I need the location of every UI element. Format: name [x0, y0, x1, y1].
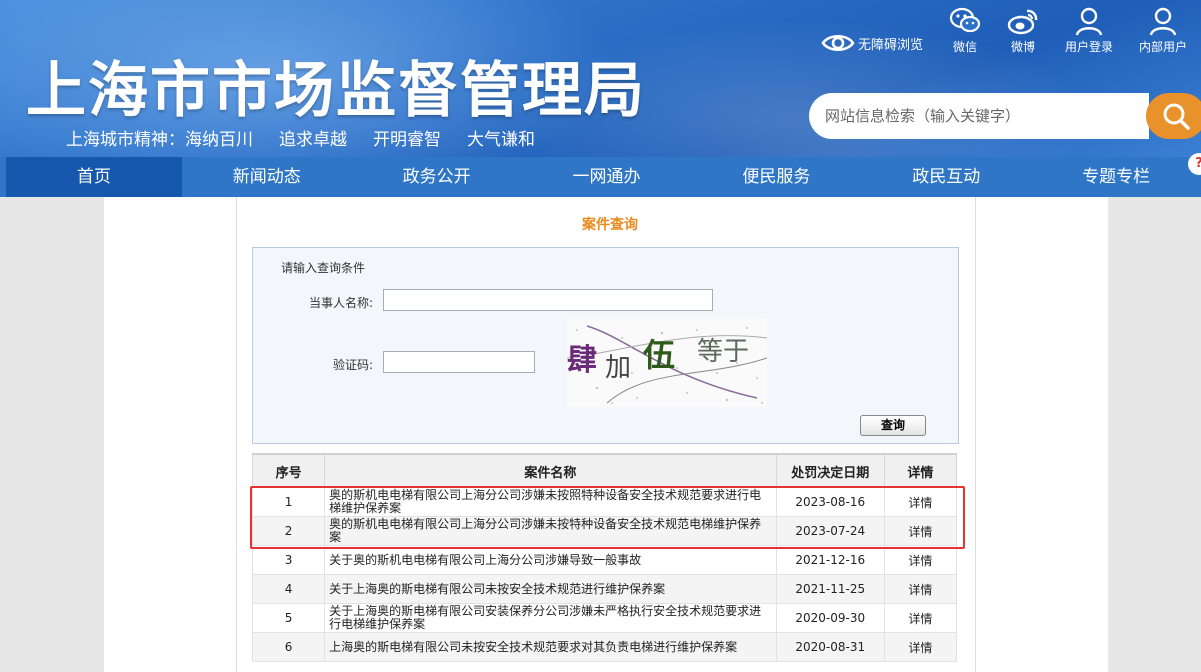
nav-item-government-affairs[interactable]: 政务公开: [352, 157, 522, 197]
row-case-name[interactable]: 关于上海奥的斯电梯有限公司安装保养分公司涉嫌未严格执行安全技术规范要求进行电梯维…: [324, 603, 777, 633]
search-icon: [1163, 103, 1190, 130]
row-date: 2023-07-24: [775, 516, 885, 546]
wechat-label: 微信: [952, 40, 977, 54]
weibo-icon: [1007, 9, 1038, 35]
nav-item-public-service[interactable]: 便民服务: [691, 157, 861, 197]
nav-item-home[interactable]: 首页: [6, 157, 182, 197]
top-tools: 无障碍浏览 微信 微博 用户登录 内部用户: [821, 6, 1187, 55]
site-search: [809, 93, 1201, 139]
case-table: 序号 案件名称 处罚决定日期 详情 1 奥的斯机电电梯有限公司上海分公司涉嫌未按…: [251, 453, 958, 662]
table-row: 6 上海奥的斯电梯有限公司未按安全技术规范要求对其负责电梯进行维护保养案 202…: [251, 632, 958, 662]
query-button[interactable]: 查询: [860, 415, 926, 436]
row-detail-link[interactable]: 详情: [883, 487, 958, 517]
table-row: 2 奥的斯机电电梯有限公司上海分公司涉嫌未按特种设备安全技术规范电梯维护保养案 …: [251, 516, 958, 546]
table-row: 1 奥的斯机电电梯有限公司上海分公司涉嫌未按照特种设备安全技术规范要求进行电梯维…: [251, 487, 958, 517]
row-case-name[interactable]: 关于上海奥的斯电梯有限公司未按安全技术规范进行维护保养案: [324, 574, 777, 604]
accessibility-button[interactable]: 无障碍浏览: [821, 31, 923, 55]
row-case-name[interactable]: 上海奥的斯电梯有限公司未按安全技术规范要求对其负责电梯进行维护保养案: [324, 632, 777, 662]
user-icon: [1075, 7, 1103, 36]
weibo-button[interactable]: 微博: [1007, 6, 1039, 55]
nav-item-special-topics[interactable]: 专题专栏: [1031, 157, 1201, 197]
row-detail-link[interactable]: 详情: [883, 516, 958, 546]
weibo-label: 微博: [1010, 40, 1035, 54]
captcha-char: 等于: [697, 337, 749, 367]
captcha-char: 肆: [567, 343, 597, 378]
nav-item-one-stop-service[interactable]: 一网通办: [522, 157, 692, 197]
row-detail-link[interactable]: 详情: [883, 574, 958, 604]
row-no: 2: [251, 516, 326, 546]
slogan-part: 开明睿智: [373, 130, 441, 150]
captcha-char: 伍: [643, 336, 675, 374]
captcha-char: 加: [605, 353, 631, 383]
site-header: 上海市市场监督管理局 上海城市精神：海纳百川 追求卓越 开明睿智 大气谦和 无障碍浏览…: [0, 0, 1201, 157]
wechat-button[interactable]: 微信: [949, 6, 981, 55]
search-input[interactable]: [809, 93, 1149, 139]
row-case-name[interactable]: 关于奥的斯机电电梯有限公司上海分公司涉嫌导致一般事故: [324, 545, 777, 575]
user-login-label: 用户登录: [1064, 40, 1113, 54]
row-no: 4: [251, 574, 326, 604]
internal-user-button[interactable]: 内部用户: [1139, 6, 1187, 55]
col-header-name: 案件名称: [324, 453, 777, 488]
row-detail-link[interactable]: 详情: [883, 632, 958, 662]
captcha-drawing: 肆 加 伍 等于: [567, 325, 767, 404]
row-date: 2021-11-25: [775, 574, 885, 604]
row-no: 6: [251, 632, 326, 662]
form-hint: 请输入查询条件: [281, 261, 366, 275]
nav-item-news[interactable]: 新闻动态: [182, 157, 352, 197]
slogan-part: 追求卓越: [279, 130, 347, 150]
row-case-name[interactable]: 奥的斯机电电梯有限公司上海分公司涉嫌未按特种设备安全技术规范电梯维护保养案: [324, 516, 777, 546]
row-date: 2021-12-16: [775, 545, 885, 575]
col-header-no: 序号: [251, 453, 326, 488]
row-date: 2020-09-30: [775, 603, 885, 633]
query-form: 请输入查询条件 当事人名称: 验证码: 肆 加 伍 等于 查询: [252, 247, 959, 444]
row-case-name[interactable]: 奥的斯机电电梯有限公司上海分公司涉嫌未按照特种设备安全技术规范要求进行电梯维护保…: [324, 487, 777, 517]
search-button[interactable]: [1146, 93, 1201, 139]
row-no: 3: [251, 545, 326, 575]
user-icon: [1149, 7, 1177, 36]
row-no: 1: [251, 487, 326, 517]
nav-item-interaction[interactable]: 政民互动: [861, 157, 1031, 197]
captcha-image[interactable]: 肆 加 伍 等于: [567, 318, 767, 407]
slogan-part: 大气谦和: [467, 130, 535, 150]
page-title: 案件查询: [582, 217, 638, 233]
row-date: 2020-08-31: [775, 632, 885, 662]
party-name-label: 当事人名称:: [308, 296, 373, 310]
accessibility-label: 无障碍浏览: [857, 37, 923, 53]
col-header-date: 处罚决定日期: [775, 453, 885, 488]
row-detail-link[interactable]: 详情: [883, 603, 958, 633]
row-date: 2023-08-16: [775, 487, 885, 517]
internal-user-label: 内部用户: [1138, 40, 1187, 54]
party-name-input[interactable]: [383, 289, 713, 311]
wechat-icon: [949, 7, 981, 33]
city-slogan: 上海城市精神：海纳百川 追求卓越 开明睿智 大气谦和: [66, 125, 561, 150]
eye-icon: [821, 34, 855, 52]
table-row: 3 关于奥的斯机电电梯有限公司上海分公司涉嫌导致一般事故 2021-12-16 …: [251, 545, 958, 575]
slogan-part: 上海城市精神：海纳百川: [66, 130, 253, 150]
table-row: 5 关于上海奥的斯电梯有限公司安装保养分公司涉嫌未严格执行安全技术规范要求进行电…: [251, 603, 958, 633]
table-row: 4 关于上海奥的斯电梯有限公司未按安全技术规范进行维护保养案 2021-11-2…: [251, 574, 958, 604]
row-detail-link[interactable]: 详情: [883, 545, 958, 575]
user-login-button[interactable]: 用户登录: [1065, 6, 1113, 55]
site-title: 上海市市场监督管理局: [26, 56, 646, 126]
col-header-detail: 详情: [883, 453, 958, 488]
row-no: 5: [251, 603, 326, 633]
captcha-input[interactable]: [383, 351, 535, 373]
main-nav: 首页 新闻动态 政务公开 一网通办 便民服务 政民互动 专题专栏: [0, 157, 1201, 197]
captcha-label: 验证码:: [332, 358, 373, 372]
